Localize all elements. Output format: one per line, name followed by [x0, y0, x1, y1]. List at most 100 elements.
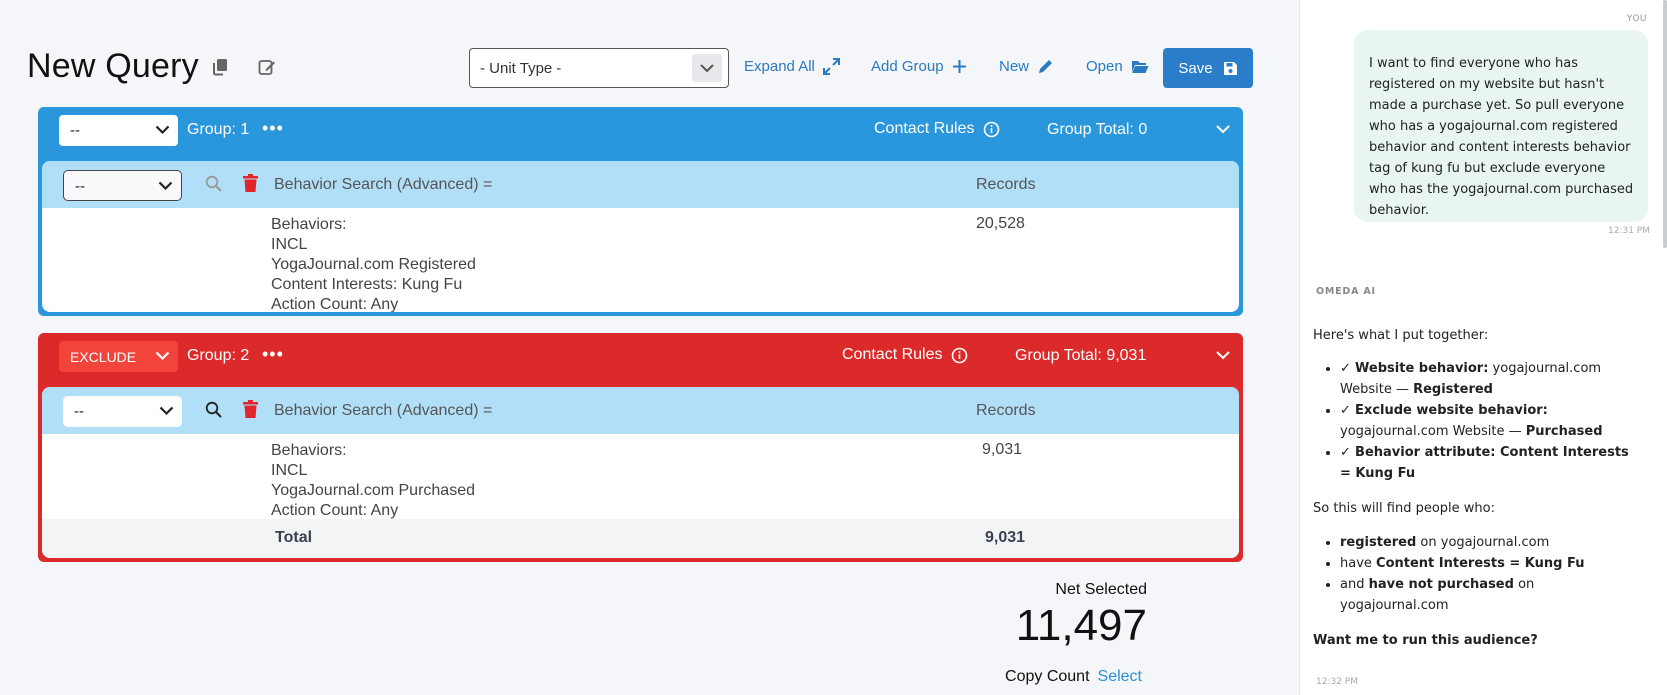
detail-line: INCL: [271, 462, 308, 479]
plus-icon: [952, 60, 966, 73]
open-button[interactable]: Open: [1086, 58, 1149, 75]
chevron-down-icon: [155, 125, 170, 135]
add-group-button[interactable]: Add Group: [871, 58, 967, 75]
chevron-down-icon[interactable]: [1215, 347, 1231, 363]
group-2-operator-value: EXCLUDE: [70, 349, 137, 365]
chevron-down-icon: [155, 351, 170, 361]
detail-line: Behaviors:: [271, 216, 347, 233]
records-header: Records: [976, 176, 1036, 193]
info-icon: [951, 347, 967, 363]
group-2-rule: -- Behavior Search (Advanced) = Records …: [42, 387, 1239, 558]
ai-label: OMEDA AI: [1316, 286, 1376, 297]
detail-line: INCL: [271, 236, 308, 253]
rule-operator-value: --: [75, 178, 85, 195]
rule-operator-select[interactable]: --: [63, 396, 182, 427]
group-2-header: EXCLUDE Group: 2 ••• Contact Rules Group…: [38, 333, 1243, 379]
ai-finds-list: registered on yogajournal.com have Conte…: [1340, 532, 1630, 616]
records-value: 9,031: [982, 441, 1023, 458]
ai-chat-panel: YOU I want to find everyone who has regi…: [1299, 0, 1667, 695]
ai-middle-text: So this will find people who:: [1313, 501, 1496, 516]
rule-operator-select[interactable]: --: [63, 170, 182, 201]
total-value: 9,031: [985, 529, 1026, 546]
chevron-down-icon: [158, 181, 173, 191]
pencil-icon: [1039, 60, 1053, 73]
group-1-rule: -- Behavior Search (Advanced) = Records …: [42, 161, 1239, 312]
group-2-operator-select[interactable]: EXCLUDE: [59, 341, 178, 372]
user-message-bubble: I want to find everyone who has register…: [1354, 30, 1648, 222]
ai-intro: Here's what I put together:: [1313, 328, 1489, 343]
copy-count-select-link[interactable]: Select: [1098, 668, 1142, 685]
you-label: YOU: [1626, 14, 1647, 24]
rule-header: -- Behavior Search (Advanced) = Records: [42, 161, 1239, 208]
detail-line: Content Interests: Kung Fu: [271, 276, 463, 293]
info-icon: [983, 121, 999, 137]
folder-open-icon: [1131, 61, 1149, 73]
group-1-label: Group: 1: [187, 121, 250, 138]
ai-summary-list: ✓ Website behavior: yogajournal.com Webs…: [1340, 358, 1630, 484]
list-item: and have not purchased on yogajournal.co…: [1340, 574, 1630, 616]
user-message-time: 12:31 PM: [1608, 226, 1650, 236]
group-1-contact-rules[interactable]: Contact Rules: [874, 120, 1000, 138]
save-button[interactable]: Save: [1163, 48, 1253, 88]
trash-icon[interactable]: [243, 174, 258, 192]
rule-title: Behavior Search (Advanced) =: [274, 402, 493, 419]
contact-rules-label: Contact Rules: [874, 120, 975, 137]
search-icon[interactable]: [205, 175, 222, 192]
copy-count-row: Copy Count Select: [1005, 668, 1142, 686]
expand-all-button[interactable]: Expand All: [744, 58, 840, 75]
rule-details: Behaviors: INCL YogaJournal.com Register…: [271, 215, 476, 312]
search-icon[interactable]: [205, 401, 222, 418]
detail-line: YogaJournal.com Purchased: [271, 482, 475, 499]
copy-icon[interactable]: [209, 56, 231, 78]
list-item: ✓ Website behavior: yogajournal.com Webs…: [1340, 358, 1630, 400]
detail-line: YogaJournal.com Registered: [271, 256, 476, 273]
ai-question: Want me to run this audience?: [1313, 633, 1538, 648]
rule-details: Behaviors: INCL YogaJournal.com Purchase…: [271, 441, 475, 521]
group-2-more-icon[interactable]: •••: [262, 344, 284, 365]
list-item: ✓ Behavior attribute: Content Interests …: [1340, 442, 1630, 484]
detail-line: Action Count: Any: [271, 296, 399, 312]
group-2-total: Group Total: 9,031: [1015, 347, 1147, 364]
group-1-total: Group Total: 0: [1047, 121, 1148, 138]
group-2-contact-rules[interactable]: Contact Rules: [842, 346, 968, 364]
new-button[interactable]: New: [999, 58, 1054, 75]
floppy-disk-icon: [1223, 61, 1237, 75]
group-1-more-icon[interactable]: •••: [262, 118, 284, 139]
unit-type-select[interactable]: - Unit Type -: [469, 48, 729, 88]
group-1-header: -- Group: 1 ••• Contact Rules Group Tota…: [38, 107, 1243, 153]
group-1-operator-select[interactable]: --: [59, 115, 178, 146]
list-item: ✓ Exclude website behavior: yogajournal.…: [1340, 400, 1630, 442]
copy-count-label: Copy Count: [1005, 668, 1090, 685]
expand-all-label: Expand All: [744, 58, 815, 75]
save-label: Save: [1178, 59, 1213, 77]
records-header: Records: [976, 402, 1036, 419]
chevron-down-icon[interactable]: [1215, 121, 1231, 137]
group-1-operator-value: --: [70, 122, 80, 139]
total-label: Total: [275, 529, 313, 546]
group-1-panel: -- Group: 1 ••• Contact Rules Group Tota…: [38, 107, 1243, 316]
list-item: have Content Interests = Kung Fu: [1340, 553, 1630, 574]
expand-icon: [822, 58, 840, 75]
add-group-label: Add Group: [871, 58, 944, 75]
ai-message-time: 12:32 PM: [1316, 677, 1358, 687]
open-label: Open: [1086, 58, 1123, 75]
user-message-text: I want to find everyone who has register…: [1369, 56, 1634, 218]
list-item: registered on yogajournal.com: [1340, 532, 1630, 553]
rule-header: -- Behavior Search (Advanced) = Records: [42, 387, 1239, 434]
rule-operator-value: --: [74, 403, 84, 420]
trash-icon[interactable]: [243, 400, 258, 418]
group-2-panel: EXCLUDE Group: 2 ••• Contact Rules Group…: [38, 333, 1243, 562]
edit-icon[interactable]: [256, 56, 278, 78]
records-value: 20,528: [976, 215, 1025, 232]
net-selected-value: 11,497: [1015, 601, 1147, 650]
detail-line: Behaviors:: [271, 442, 347, 459]
rule-title: Behavior Search (Advanced) =: [274, 176, 493, 193]
page-title: New Query: [27, 47, 199, 85]
new-label: New: [999, 58, 1030, 75]
net-selected-label: Net Selected: [1055, 581, 1147, 598]
chat-scrollbar[interactable]: [1663, 0, 1667, 248]
chevron-down-icon: [159, 406, 174, 416]
contact-rules-label: Contact Rules: [842, 346, 943, 363]
chevron-down-icon: [692, 54, 722, 82]
group-2-label: Group: 2: [187, 347, 250, 364]
